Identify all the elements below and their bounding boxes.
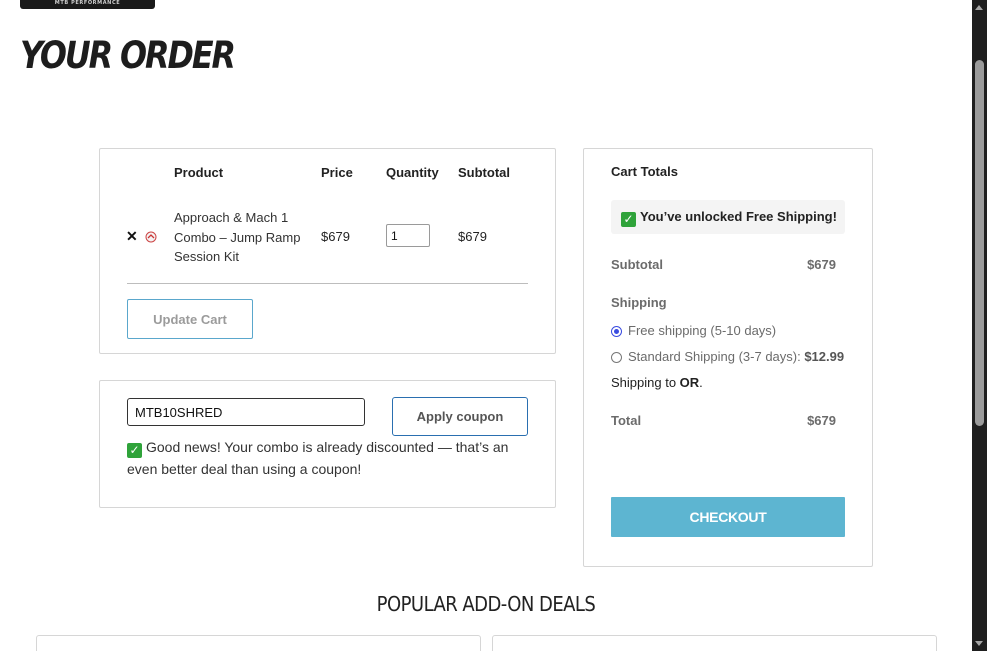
shipping-destination-state: OR (679, 375, 700, 390)
deal-card[interactable] (492, 635, 937, 651)
remove-item-icon[interactable]: ✕ (126, 229, 138, 243)
coupon-message-text: Good news! Your combo is already discoun… (127, 439, 509, 477)
quantity-input[interactable] (386, 224, 430, 247)
product-name-link[interactable]: Approach & Mach 1 Combo – Jump Ramp Sess… (174, 208, 312, 267)
radio-button-selected[interactable] (611, 326, 622, 337)
free-shipping-text: You’ve unlocked Free Shipping! (640, 209, 837, 224)
column-header-subtotal: Subtotal (458, 165, 510, 180)
update-cart-button[interactable]: Update Cart (127, 299, 253, 339)
column-header-quantity: Quantity (386, 165, 439, 180)
row-divider (127, 283, 528, 284)
add-on-deals-title: POPULAR ADD-ON DEALS (376, 592, 596, 616)
product-subtotal: $679 (458, 229, 487, 244)
free-shipping-banner: ✓ You’ve unlocked Free Shipping! (611, 200, 845, 234)
total-value: $679 (807, 413, 836, 428)
check-mark-icon: ✓ (127, 443, 142, 458)
shipping-destination-prefix: Shipping to (611, 375, 680, 390)
radio-button[interactable] (611, 352, 622, 363)
column-header-price: Price (321, 165, 353, 180)
scroll-down-arrow-icon[interactable] (975, 641, 983, 646)
shipping-option-label: Free shipping (5-10 days) (628, 323, 777, 338)
subtotal-value: $679 (807, 257, 836, 272)
shipping-destination-suffix: . (699, 375, 703, 390)
shipping-option-label: Standard Shipping (3-7 days): (628, 349, 805, 364)
product-thumbnail-icon[interactable] (145, 230, 157, 243)
brand-logo[interactable]: MTB PERFORMANCE (20, 0, 155, 9)
scrollbar-thumb[interactable] (975, 60, 984, 426)
shipping-option-free[interactable]: Free shipping (5-10 days) (611, 323, 776, 338)
shipping-label: Shipping (611, 295, 667, 310)
check-mark-icon: ✓ (621, 212, 636, 227)
deal-card[interactable] (36, 635, 481, 651)
cart-page: MTB PERFORMANCE YOUR ORDER Product Price… (0, 0, 972, 651)
total-label: Total (611, 413, 642, 428)
apply-coupon-button[interactable]: Apply coupon (392, 397, 528, 436)
column-header-product: Product (174, 165, 224, 180)
shipping-option-price: $12.99 (804, 349, 845, 364)
cart-table: Product Price Quantity Subtotal ✕ Approa… (99, 148, 556, 354)
subtotal-label: Subtotal (611, 257, 663, 272)
product-price: $679 (321, 229, 350, 244)
shipping-destination: Shipping to OR. (611, 375, 703, 390)
brand-logo-text: MTB PERFORMANCE (54, 0, 121, 6)
vertical-scrollbar[interactable] (972, 0, 987, 651)
page-title: YOUR ORDER (20, 34, 236, 77)
cart-totals-panel: Cart Totals ✓ You’ve unlocked Free Shippi… (583, 148, 873, 567)
coupon-message: ✓ Good news! Your combo is already discou… (127, 436, 532, 480)
shipping-option-standard[interactable]: Standard Shipping (3-7 days): $12.99 (611, 349, 844, 364)
coupon-code-input[interactable] (127, 398, 365, 426)
coupon-panel: Apply coupon ✓Good news! Your combo is a… (99, 380, 556, 508)
scroll-up-arrow-icon[interactable] (975, 5, 983, 10)
checkout-button[interactable]: CHECKOUT (611, 497, 845, 537)
cart-totals-title: Cart Totals (611, 164, 678, 179)
